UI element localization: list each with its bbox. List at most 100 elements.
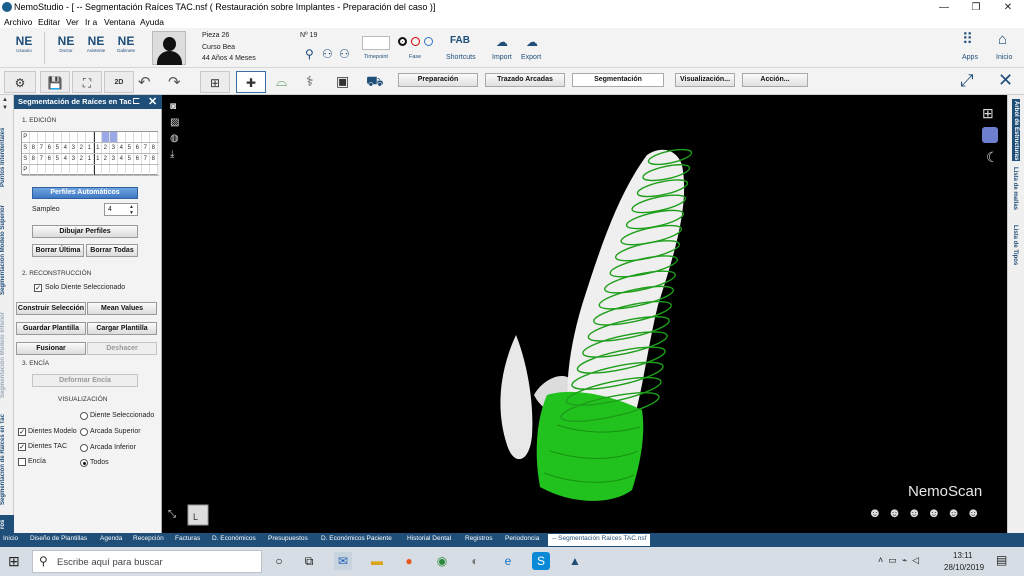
cortana-icon[interactable]: ○ [270,552,288,570]
radio-todos[interactable] [80,459,88,467]
tooth-cell[interactable]: 6 [134,143,142,153]
tooth-cell[interactable] [102,165,110,175]
borrar-todas-button[interactable]: Borrar Todas [86,244,138,257]
tooth-cell[interactable]: 4 [118,154,126,164]
shortcuts-label[interactable]: Shortcuts [446,54,476,61]
maximize-button[interactable]: ❐ [962,0,990,16]
model-tool-icon[interactable]: ⛟ [366,73,384,92]
add-patient-icon[interactable]: ⚇ [322,48,333,60]
fase-circle-blue-icon[interactable] [424,37,433,46]
skype-icon[interactable]: S [532,552,550,570]
tooth-cell[interactable] [86,132,94,142]
step-visualizacion-button[interactable]: Visualización... [675,73,735,87]
import-label[interactable]: Import [492,54,512,61]
perfiles-automaticos-button[interactable]: Perfiles Automáticos [32,187,138,199]
tooth-cell[interactable]: 7 [142,154,150,164]
sampleo-stepper[interactable]: 4 ▲ ▼ [104,203,138,216]
btab-recepcion[interactable]: Recepción [133,535,164,542]
tooth-cell[interactable]: 4 [118,143,126,153]
solid-cube-icon[interactable] [982,127,998,143]
menu-ventana[interactable]: Ventana [104,17,135,27]
tooth-cell[interactable]: 3 [110,154,118,164]
image-tool-icon[interactable]: ▣ [336,73,349,90]
tooth-cell[interactable]: 8 [150,154,158,164]
remove-patient-icon[interactable]: ⚇ [339,48,350,60]
stepper-down-icon[interactable]: ▼ [129,210,134,216]
export-label[interactable]: Export [521,54,541,61]
tooth-cell[interactable]: 3 [70,143,78,153]
settings-dropdown-icon[interactable]: ⚙ [4,71,36,93]
close-window-button[interactable]: ✕ [994,0,1022,16]
menu-editar[interactable]: Editar [38,17,60,27]
edge-icon[interactable]: e [499,552,517,570]
menu-ver[interactable]: Ver [66,17,79,27]
fase-circle-black-icon[interactable] [398,37,407,46]
check-encia[interactable] [18,458,26,466]
fab-icon[interactable]: FAB [450,35,470,46]
tooth-cell[interactable] [134,132,142,142]
tooth-cell[interactable] [142,165,150,175]
tooth-cell[interactable] [70,165,78,175]
btab-facturas[interactable]: Facturas [175,535,200,542]
fusionar-button[interactable]: Fusionar [16,342,86,355]
tooth-cell[interactable] [94,165,102,175]
solo-diente-checkbox[interactable]: ✓ [34,284,42,292]
btab-agenda[interactable]: Agenda [100,535,122,542]
fullscreen-icon[interactable]: ⤢ [960,71,974,91]
tooth-cell[interactable] [118,165,126,175]
tooth-cell[interactable]: 2 [102,143,110,153]
mean-values-button[interactable]: Mean Values [87,302,157,315]
firefox-icon[interactable]: ● [400,552,418,570]
tooth-cell[interactable]: 2 [78,154,86,164]
tooth-cell[interactable] [54,132,62,142]
tooth-cell[interactable]: 8 [30,154,38,164]
tab-puntos-interdentales[interactable]: Puntos Interdentales [0,117,14,197]
search-patient-icon[interactable]: ⚲ [305,48,314,60]
tooth-cell[interactable]: 6 [46,154,54,164]
tooth-model-render[interactable]: L ⤡ [162,95,1007,533]
view-frame-icon[interactable]: ⛶ [72,71,102,93]
tab-ros[interactable]: ros [0,515,14,533]
windows-start-icon[interactable]: ⊞ [8,553,20,570]
tooth-cell[interactable] [70,132,78,142]
scroll-down-icon[interactable]: ▼ [2,105,8,111]
tooth-cell[interactable]: 6 [46,143,54,153]
tooth-cell[interactable] [134,165,142,175]
fase-circle-red-icon[interactable] [411,37,420,46]
tooth-cell[interactable]: 3 [110,143,118,153]
tooth-cell[interactable]: 1 [86,154,94,164]
undo-icon[interactable]: ↶ [138,73,151,91]
tooth-cell[interactable] [46,165,54,175]
crosshair-tool-icon[interactable]: ✚ [236,71,266,93]
btab-registros[interactable]: Registros [465,535,492,542]
btab-d-economicos-paciente[interactable]: D. Económicos Paciente [321,535,392,542]
tooth-cell[interactable] [94,132,102,142]
pin-icon[interactable]: ⊏ [132,96,140,107]
btab-diseno-plantillas[interactable]: Diseño de Plantillas [30,535,87,542]
tooth-cell[interactable] [78,132,86,142]
tooth-cell[interactable] [78,165,86,175]
scroll-up-icon[interactable]: ▲ [2,97,8,103]
tooth-cell[interactable] [110,165,118,175]
step-preparacion-button[interactable]: Preparación [398,73,478,87]
tooth-cell[interactable] [54,165,62,175]
close-step-icon[interactable]: ✕ [998,70,1013,91]
tooth-cell[interactable] [110,132,118,142]
btab-historial-dental[interactable]: Historial Dental [407,535,451,542]
chrome-icon[interactable]: ◉ [433,552,451,570]
tooth-cell[interactable]: 7 [142,143,150,153]
tooth-cell[interactable]: 7 [38,143,46,153]
timepoint-box[interactable] [362,36,390,50]
system-tray-icons[interactable]: ˄▭⌁◁ [878,555,924,566]
close-panel-icon[interactable]: ✕ [148,95,157,108]
expand-view-icon[interactable]: ⤡ [168,509,176,520]
tooth-cell[interactable]: 5 [54,154,62,164]
tab-lista-mallas[interactable]: Lista de mallas [1012,167,1018,223]
guardar-plantilla-button[interactable]: Guardar Plantilla [16,322,86,335]
tab-arbol-estructuras[interactable]: Árbol de Estructuras [1012,99,1020,161]
step-segmentacion-button[interactable]: Segmentación [572,73,664,87]
deformar-encia-button[interactable]: Deformar Encía [32,374,138,387]
tooth-cell[interactable]: 7 [38,154,46,164]
step-trazado-arcadas-button[interactable]: Trazado Arcadas [485,73,565,87]
menu-archivo[interactable]: Archivo [4,17,32,27]
